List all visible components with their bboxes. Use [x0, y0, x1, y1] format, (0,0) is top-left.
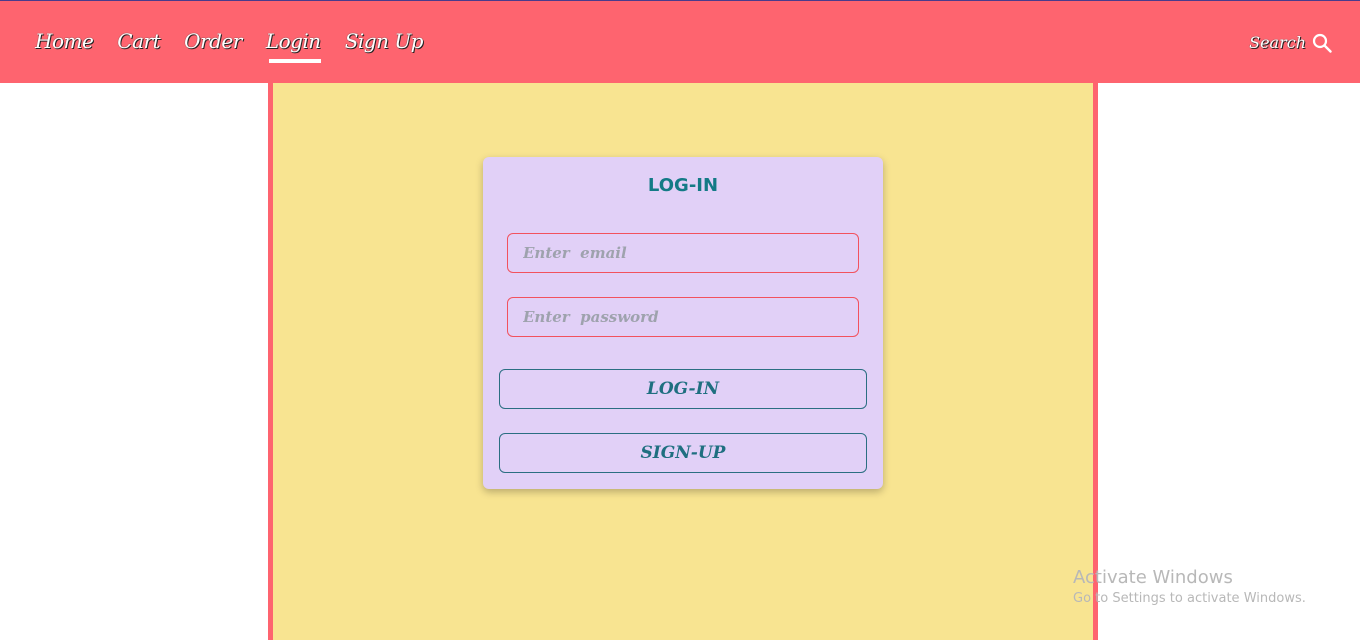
watermark-title: Activate Windows	[1073, 567, 1233, 588]
nav-link-cart[interactable]: Cart	[117, 29, 160, 57]
nav-link-sign-up[interactable]: Sign Up	[345, 29, 424, 57]
nav-link-order[interactable]: Order	[184, 29, 242, 57]
login-button[interactable]: LOG-IN	[499, 369, 867, 409]
email-field[interactable]	[507, 233, 859, 273]
signup-button[interactable]: SIGN-UP	[499, 433, 867, 473]
watermark-subtitle: Go to Settings to activate Windows.	[1073, 591, 1306, 606]
search-icon[interactable]	[1312, 33, 1332, 53]
login-title: LOG-IN	[647, 175, 719, 196]
search-label: Search	[1249, 33, 1306, 52]
top-navbar: Home Cart Order Login Sign Up Search	[0, 0, 1360, 83]
nav-link-login[interactable]: Login	[266, 29, 321, 63]
search-button[interactable]: Search	[1249, 1, 1332, 84]
password-field[interactable]	[507, 297, 859, 337]
nav-link-home[interactable]: Home	[35, 29, 94, 57]
login-card: LOG-IN LOG-IN SIGN-UP	[483, 157, 883, 489]
nav-links: Home Cart Order Login Sign Up	[35, 1, 423, 84]
activate-windows-watermark: Activate Windows Go to Settings to activ…	[1073, 567, 1306, 608]
